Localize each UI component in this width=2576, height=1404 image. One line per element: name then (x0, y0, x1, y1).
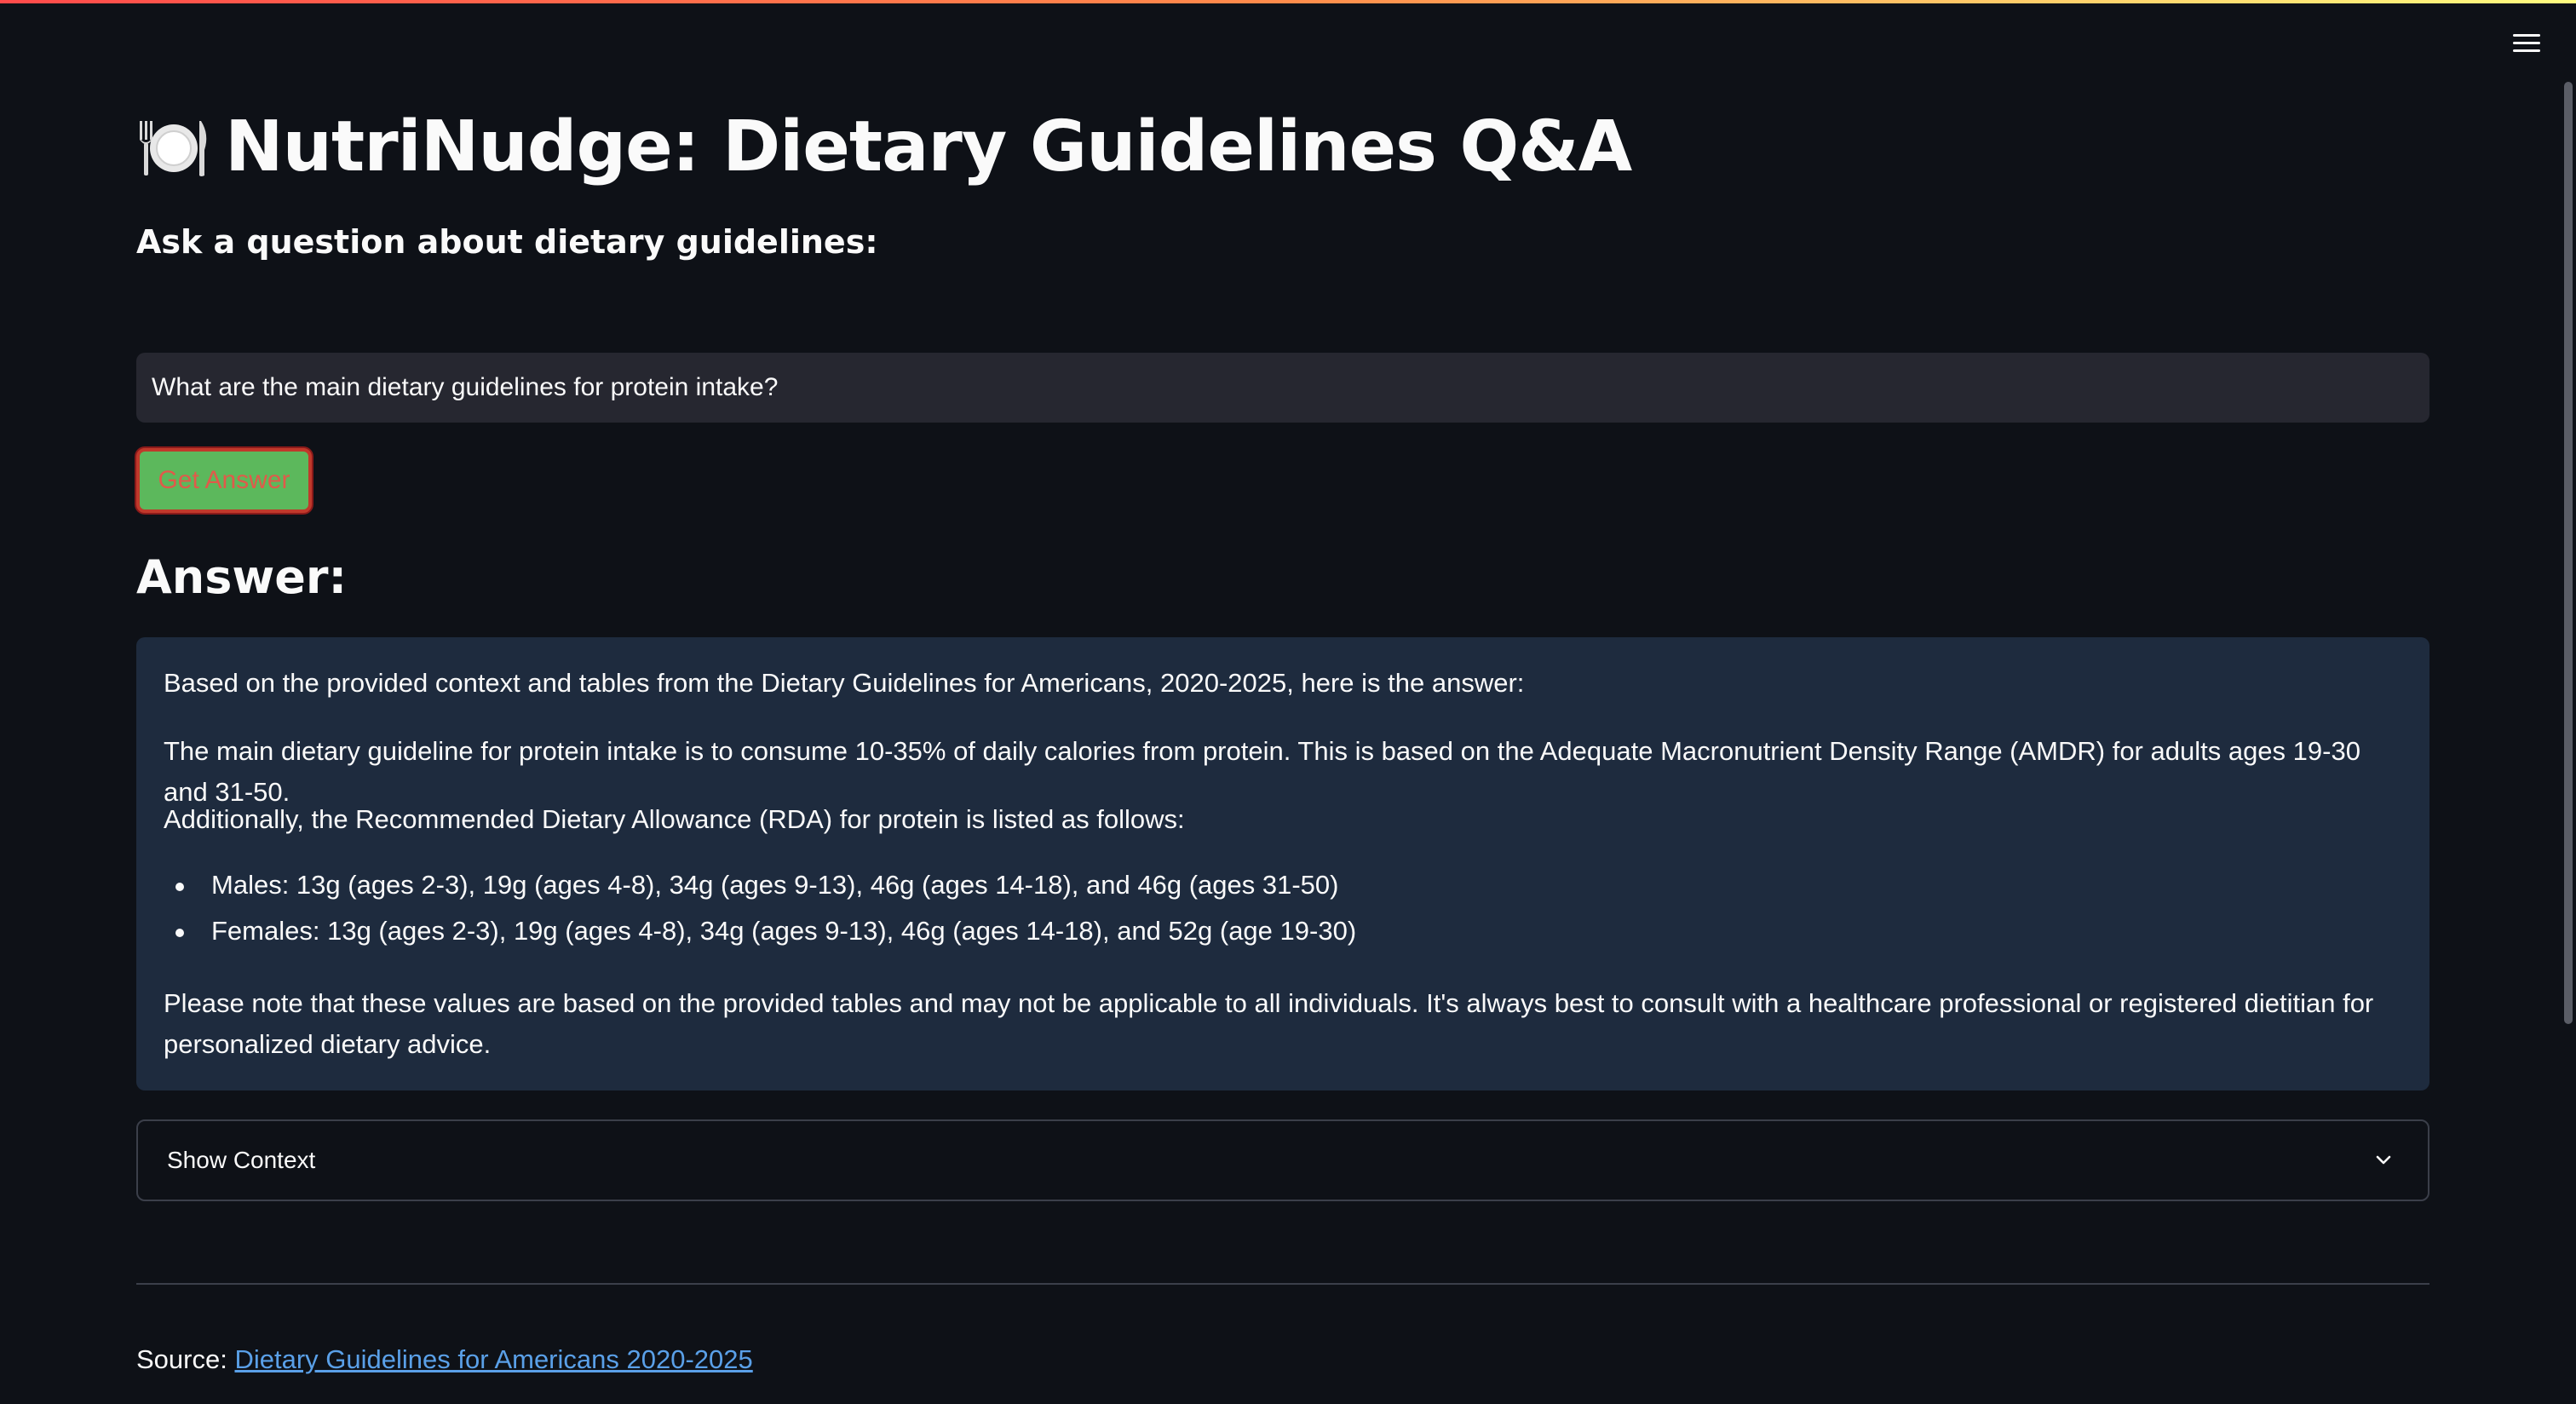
answer-heading: Answer: (136, 550, 348, 604)
plate-with-cutlery-icon (136, 109, 211, 184)
hamburger-icon-line (2513, 41, 2540, 44)
divider (136, 1283, 2429, 1285)
show-context-expander[interactable]: Show Context (136, 1119, 2429, 1201)
page-title-text: NutriNudge: Dietary Guidelines Q&A (225, 106, 1632, 187)
source-link[interactable]: Dietary Guidelines for Americans 2020-20… (234, 1344, 752, 1374)
chevron-down-icon (2368, 1145, 2399, 1176)
question-prompt-label: Ask a question about dietary guidelines: (136, 223, 878, 261)
scrollbar-thumb[interactable] (2564, 82, 2573, 1024)
source-footer: Source: Dietary Guidelines for Americans… (136, 1344, 753, 1375)
page-title: NutriNudge: Dietary Guidelines Q&A (136, 95, 1632, 198)
hamburger-icon-line (2513, 49, 2540, 52)
get-answer-button[interactable]: Get Answer (136, 448, 312, 513)
hamburger-icon-line (2513, 33, 2540, 37)
expander-label: Show Context (167, 1147, 316, 1173)
main-menu-button[interactable] (2508, 26, 2545, 60)
answer-rda-intro: Additionally, the Recommended Dietary Al… (164, 804, 1185, 834)
answer-note: Please note that these values are based … (164, 988, 2374, 1059)
list-item: Males: 13g (ages 2-3), 19g (ages 4-8), 3… (164, 862, 2402, 908)
rda-list: Males: 13g (ages 2-3), 19g (ages 4-8), 3… (164, 862, 2402, 954)
question-input[interactable] (136, 353, 2429, 423)
answer-intro: Based on the provided context and tables… (164, 668, 1525, 698)
source-label: Source: (136, 1344, 227, 1374)
top-decoration-bar (0, 0, 2576, 3)
list-item: Females: 13g (ages 2-3), 19g (ages 4-8),… (164, 908, 2402, 954)
answer-box: Based on the provided context and tables… (136, 637, 2429, 1090)
